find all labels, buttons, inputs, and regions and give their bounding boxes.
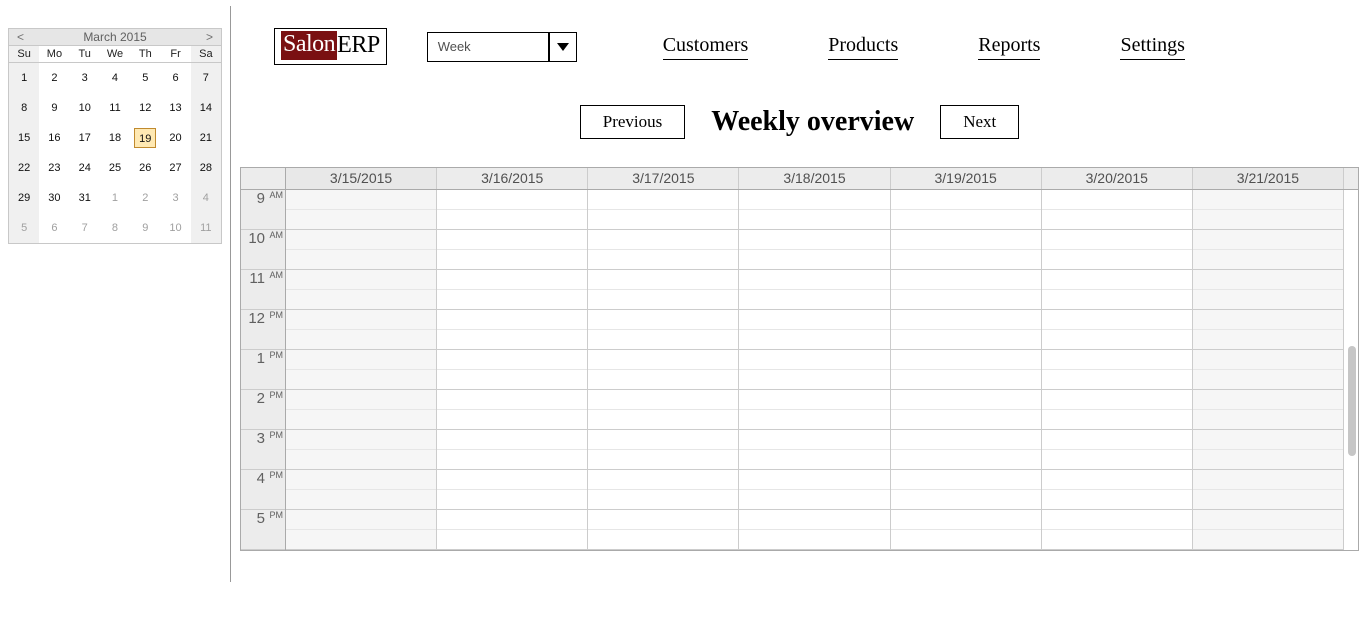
week-day-header: 3/17/2015: [588, 168, 739, 189]
week-day-column[interactable]: [1193, 190, 1344, 550]
view-selector[interactable]: Week: [427, 32, 577, 62]
mini-cal-day[interactable]: 11: [100, 93, 130, 123]
time-slot-label: 3PM: [241, 430, 285, 470]
week-grid: 3/15/20153/16/20153/17/20153/18/20153/19…: [240, 167, 1359, 551]
time-slot-label: 9AM: [241, 190, 285, 230]
mini-cal-day[interactable]: 1: [9, 63, 39, 93]
nav-customers[interactable]: Customers: [663, 34, 749, 60]
mini-cal-dow: Tu: [70, 46, 100, 63]
view-selector-label: Week: [428, 35, 548, 58]
logo-part1: Salon: [281, 31, 337, 60]
mini-cal-day[interactable]: 8: [9, 93, 39, 123]
mini-cal-next[interactable]: >: [202, 30, 217, 44]
mini-cal-day[interactable]: 6: [160, 63, 190, 93]
mini-cal-day[interactable]: 9: [130, 213, 160, 243]
mini-cal-day[interactable]: 5: [9, 213, 39, 243]
mini-cal-day[interactable]: 2: [39, 63, 69, 93]
week-day-header: 3/20/2015: [1042, 168, 1193, 189]
mini-cal-day[interactable]: 25: [100, 153, 130, 183]
week-day-column[interactable]: [588, 190, 739, 550]
nav-settings[interactable]: Settings: [1120, 34, 1184, 60]
mini-cal-day[interactable]: 21: [191, 123, 221, 153]
mini-cal-day[interactable]: 29: [9, 183, 39, 213]
logo-part2: ERP: [337, 32, 380, 59]
mini-cal-day[interactable]: 31: [70, 183, 100, 213]
mini-cal-day[interactable]: 24: [70, 153, 100, 183]
mini-cal-dow: Th: [130, 46, 160, 63]
mini-cal-day[interactable]: 3: [70, 63, 100, 93]
time-slot-label: 2PM: [241, 390, 285, 430]
mini-cal-day[interactable]: 9: [39, 93, 69, 123]
vertical-divider: [230, 6, 231, 582]
mini-cal-day[interactable]: 16: [39, 123, 69, 153]
week-day-header: 3/19/2015: [891, 168, 1042, 189]
mini-cal-day[interactable]: 11: [191, 213, 221, 243]
mini-cal-dow: Fr: [160, 46, 190, 63]
scrollbar[interactable]: [1344, 190, 1358, 550]
previous-button[interactable]: Previous: [580, 105, 686, 139]
mini-cal-day[interactable]: 10: [70, 93, 100, 123]
mini-cal-dow: Su: [9, 46, 39, 63]
mini-cal-day[interactable]: 19: [130, 123, 160, 153]
week-day-column[interactable]: [286, 190, 437, 550]
mini-cal-day[interactable]: 30: [39, 183, 69, 213]
mini-cal-day[interactable]: 26: [130, 153, 160, 183]
mini-cal-day[interactable]: 23: [39, 153, 69, 183]
mini-cal-day[interactable]: 8: [100, 213, 130, 243]
mini-cal-day[interactable]: 10: [160, 213, 190, 243]
mini-cal-day[interactable]: 28: [191, 153, 221, 183]
time-slot-label: 11AM: [241, 270, 285, 310]
week-day-column[interactable]: [739, 190, 890, 550]
week-day-header: 3/16/2015: [437, 168, 588, 189]
mini-cal-day[interactable]: 1: [100, 183, 130, 213]
week-day-header: 3/21/2015: [1193, 168, 1344, 189]
mini-cal-day[interactable]: 3: [160, 183, 190, 213]
mini-calendar: < March 2015 > SuMoTuWeThFrSa 1234567891…: [8, 28, 222, 244]
mini-cal-day[interactable]: 2: [130, 183, 160, 213]
week-day-column[interactable]: [891, 190, 1042, 550]
time-slot-label: 4PM: [241, 470, 285, 510]
week-day-header: 3/18/2015: [739, 168, 890, 189]
mini-cal-day[interactable]: 14: [191, 93, 221, 123]
mini-cal-dow: We: [100, 46, 130, 63]
next-button[interactable]: Next: [940, 105, 1019, 139]
mini-cal-day[interactable]: 4: [191, 183, 221, 213]
mini-cal-day[interactable]: 13: [160, 93, 190, 123]
mini-cal-prev[interactable]: <: [13, 30, 28, 44]
time-slot-label: 1PM: [241, 350, 285, 390]
mini-cal-day[interactable]: 7: [70, 213, 100, 243]
mini-cal-day[interactable]: 22: [9, 153, 39, 183]
nav-reports[interactable]: Reports: [978, 34, 1040, 60]
mini-cal-day[interactable]: 6: [39, 213, 69, 243]
week-day-header: 3/15/2015: [286, 168, 437, 189]
week-day-column[interactable]: [437, 190, 588, 550]
mini-cal-day[interactable]: 17: [70, 123, 100, 153]
mini-cal-day[interactable]: 18: [100, 123, 130, 153]
time-slot-label: 5PM: [241, 510, 285, 550]
mini-cal-day[interactable]: 15: [9, 123, 39, 153]
mini-cal-dow: Mo: [39, 46, 69, 63]
week-day-column[interactable]: [1042, 190, 1193, 550]
time-column-header: [241, 168, 286, 189]
mini-cal-day[interactable]: 27: [160, 153, 190, 183]
time-slot-label: 10AM: [241, 230, 285, 270]
mini-cal-day[interactable]: 4: [100, 63, 130, 93]
page-title: Weekly overview: [711, 106, 914, 138]
mini-cal-day[interactable]: 12: [130, 93, 160, 123]
app-logo: SalonERP: [274, 28, 387, 65]
mini-cal-day[interactable]: 5: [130, 63, 160, 93]
mini-cal-day[interactable]: 20: [160, 123, 190, 153]
nav-products[interactable]: Products: [828, 34, 898, 60]
mini-cal-day[interactable]: 7: [191, 63, 221, 93]
chevron-down-icon[interactable]: [548, 33, 576, 61]
mini-cal-title: March 2015: [83, 30, 146, 44]
mini-cal-dow: Sa: [191, 46, 221, 63]
time-slot-label: 12PM: [241, 310, 285, 350]
